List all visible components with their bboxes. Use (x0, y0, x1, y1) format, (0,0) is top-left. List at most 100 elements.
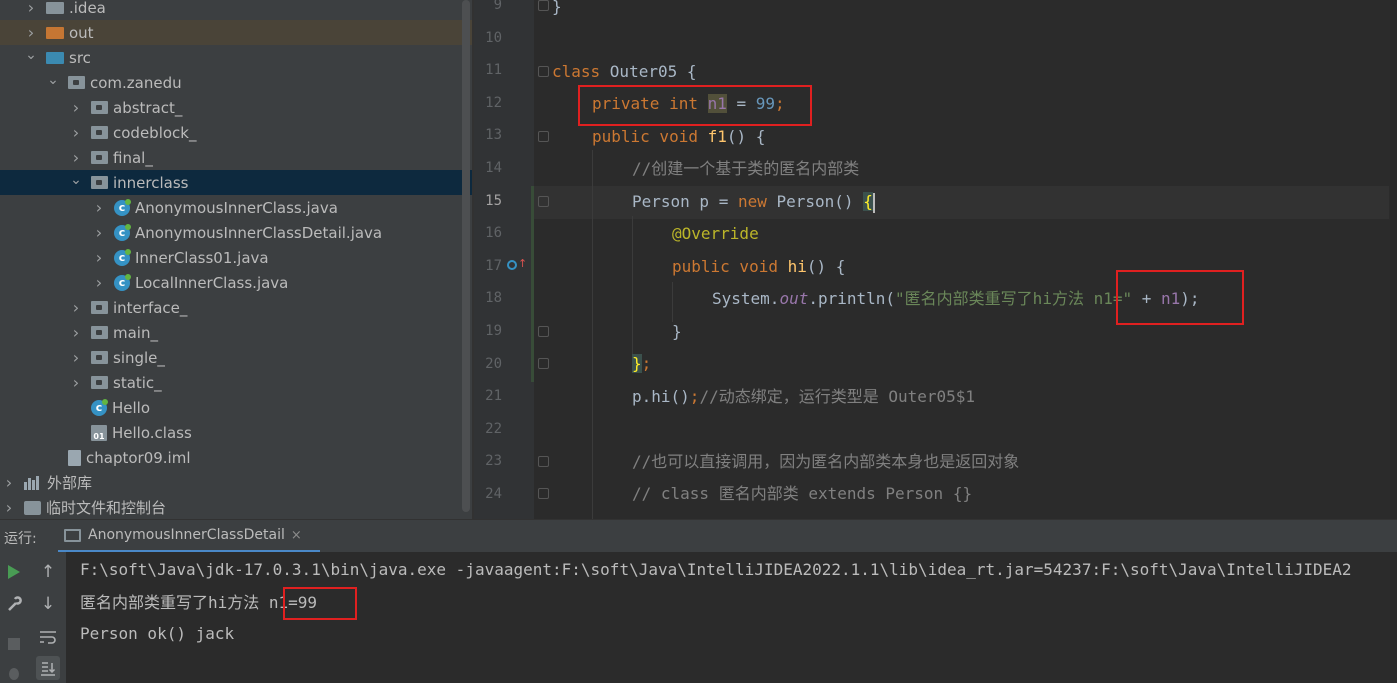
package-icon (91, 176, 108, 189)
line-number[interactable]: 18 (474, 290, 502, 306)
line-number[interactable]: 24 (474, 486, 502, 502)
run-tab[interactable]: AnonymousInnerClassDetail × (58, 520, 320, 553)
tree-item-single[interactable]: › single_ (0, 345, 472, 370)
code-line-11: class Outer05 { (552, 62, 697, 81)
tree-item-out[interactable]: › out (0, 20, 472, 45)
tree-item-label: LocalInnerClass.java (135, 273, 289, 292)
tree-item-label: 临时文件和控制台 (46, 499, 167, 517)
chevron-right-icon[interactable]: › (69, 123, 83, 142)
tree-item-static[interactable]: › static_ (0, 370, 472, 395)
fold-marker-icon[interactable] (538, 66, 549, 77)
tree-item-codeblock[interactable]: › codeblock_ (0, 120, 472, 145)
line-number[interactable]: 12 (474, 95, 502, 111)
rerun-button[interactable] (2, 560, 26, 584)
tree-item-anonymousinnerclassdetail-java[interactable]: › c AnonymousInnerClassDetail.java (0, 220, 472, 245)
tree-item-label: InnerClass01.java (135, 248, 269, 267)
line-number[interactable]: 9 (474, 0, 502, 13)
tree-item-hello-class[interactable]: ›01Hello.class (0, 420, 472, 445)
line-number[interactable]: 11 (474, 62, 502, 78)
annotation-box-println (1116, 270, 1244, 325)
java-class-icon: c (114, 223, 131, 241)
line-number[interactable]: 16 (474, 225, 502, 241)
folder-orange-icon (46, 26, 64, 39)
line-number[interactable]: 22 (474, 421, 502, 437)
package-icon (91, 126, 108, 139)
code-line-13: public void f1() { (592, 127, 766, 146)
play-icon (8, 565, 20, 579)
fold-marker-icon[interactable] (538, 326, 549, 337)
tree-item-label: codeblock_ (113, 123, 197, 142)
fold-marker-icon[interactable] (538, 196, 549, 207)
fold-marker-icon[interactable] (538, 131, 549, 142)
line-number[interactable]: 23 (474, 453, 502, 469)
line-number[interactable]: 21 (474, 388, 502, 404)
chevron-right-icon[interactable]: › (92, 198, 106, 217)
editor-scrollbar[interactable] (1389, 0, 1397, 519)
chevron-right-icon[interactable]: › (92, 273, 106, 292)
chevron-right-icon[interactable]: › (24, 23, 38, 42)
stop-button[interactable] (2, 632, 26, 656)
tree-item-innerclass01-java[interactable]: › c InnerClass01.java (0, 245, 472, 270)
chevron-right-icon[interactable]: › (69, 98, 83, 117)
tree-item-chaptor09-iml[interactable]: ›chaptor09.iml (0, 445, 472, 470)
line-number[interactable]: 19 (474, 323, 502, 339)
tree-item-innerclass[interactable]: ⌄ innerclass (0, 170, 472, 195)
fold-marker-icon[interactable] (538, 0, 549, 11)
code-line-23: //也可以直接调用，因为匿名内部类本身也是返回对象 (632, 452, 1020, 471)
scroll-to-end-button[interactable] (36, 656, 60, 680)
chevron-right-icon[interactable]: › (2, 473, 16, 492)
line-number[interactable]: 15 (474, 193, 502, 209)
java-class-icon: c (114, 198, 131, 216)
fold-marker-icon[interactable] (538, 358, 549, 369)
chevron-down-icon[interactable]: ⌄ (46, 72, 60, 88)
line-number[interactable]: 10 (474, 30, 502, 46)
soft-wrap-button[interactable] (36, 625, 60, 649)
tree-item-abstract[interactable]: › abstract_ (0, 95, 472, 120)
tree-item-final[interactable]: › final_ (0, 145, 472, 170)
tree-item-hello[interactable]: ›cHello (0, 395, 472, 420)
tree-item-interface[interactable]: › interface_ (0, 295, 472, 320)
chevron-right-icon[interactable]: › (69, 373, 83, 392)
tree-item-label: interface_ (113, 298, 188, 317)
fold-marker-icon[interactable] (538, 488, 549, 499)
chevron-right-icon[interactable]: › (92, 223, 106, 242)
tree-item-label: main_ (113, 323, 158, 342)
tree-item-idea[interactable]: › .idea (0, 0, 472, 20)
tree-item-anonymousinnerclass-java[interactable]: › c AnonymousInnerClass.java (0, 195, 472, 220)
tree-item-localinnerclass-java[interactable]: › c LocalInnerClass.java (0, 270, 472, 295)
tree-item-[interactable]: › 外部库 (0, 470, 472, 495)
chevron-right-icon[interactable]: › (69, 348, 83, 367)
chevron-right-icon[interactable]: › (2, 498, 16, 517)
tree-item-label: .idea (69, 0, 106, 17)
override-method-icon[interactable] (507, 260, 517, 270)
line-number[interactable]: 13 (474, 127, 502, 143)
line-number[interactable]: 14 (474, 160, 502, 176)
tree-item-main[interactable]: › main_ (0, 320, 472, 345)
chevron-right-icon[interactable]: › (69, 298, 83, 317)
console-line-command: F:\soft\Java\jdk-17.0.3.1\bin\java.exe -… (80, 560, 1352, 579)
scroll-down-button[interactable]: ↓ (36, 592, 60, 616)
chevron-right-icon[interactable]: › (69, 148, 83, 167)
fold-marker-icon[interactable] (538, 456, 549, 467)
project-tree-scrollbar[interactable] (462, 0, 470, 512)
line-number[interactable]: 20 (474, 356, 502, 372)
tree-item-[interactable]: › 临时文件和控制台 (0, 495, 472, 519)
indent-guide (632, 216, 633, 356)
chevron-down-icon[interactable]: ⌄ (24, 47, 38, 63)
chevron-right-icon[interactable]: › (92, 248, 106, 267)
debug-button[interactable] (2, 660, 26, 683)
tree-item-src[interactable]: ⌄ src (0, 45, 472, 70)
iml-file-icon (68, 449, 81, 466)
wrench-icon (8, 596, 22, 611)
line-number[interactable]: 17 (474, 258, 502, 274)
stop-icon (8, 638, 20, 650)
chevron-right-icon[interactable]: › (24, 0, 38, 17)
settings-button[interactable] (2, 592, 26, 616)
tree-item-com-zanedu[interactable]: ⌄ com.zanedu (0, 70, 472, 95)
scroll-up-button[interactable]: ↑ (36, 560, 60, 584)
console-line-output: Person ok() jack (80, 624, 235, 643)
close-icon[interactable]: × (291, 528, 302, 543)
chevron-right-icon[interactable]: › (69, 323, 83, 342)
chevron-down-icon[interactable]: ⌄ (69, 172, 83, 188)
package-icon (68, 76, 85, 89)
